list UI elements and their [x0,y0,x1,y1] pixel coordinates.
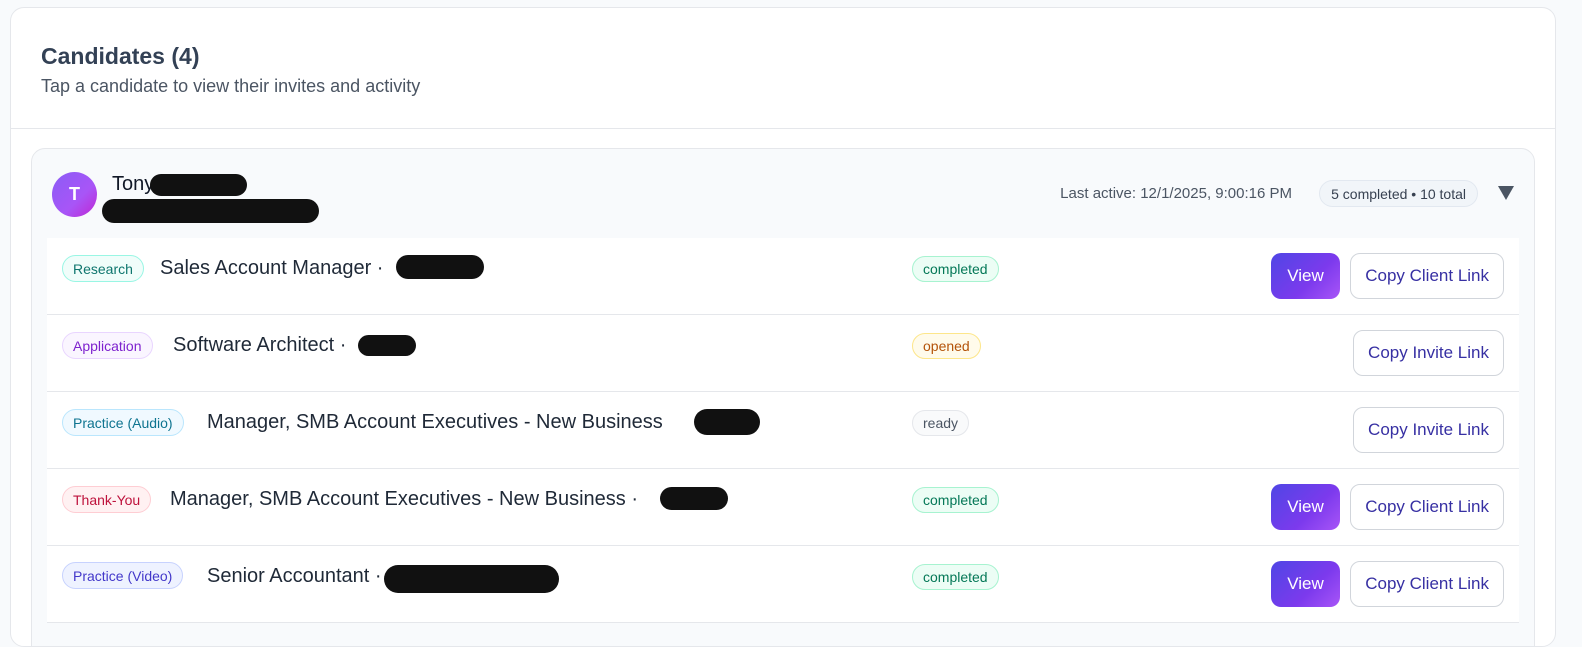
view-button[interactable]: View [1271,561,1340,607]
invite-row: Practice (Audio) Manager, SMB Account Ex… [47,392,1519,469]
redaction-mark [384,565,559,593]
triangle-down-icon[interactable] [1498,186,1514,200]
redaction-mark [396,255,484,279]
redaction-mark [694,409,760,435]
redaction-mark [150,174,247,196]
card-header: Candidates (4) Tap a candidate to view t… [11,8,1555,129]
invite-type-badge: Research [62,255,144,282]
invite-type-badge: Practice (Video) [62,562,184,589]
invite-type-badge: Practice (Audio) [62,409,184,436]
candidates-card: Candidates (4) Tap a candidate to view t… [10,7,1556,647]
candidate-header[interactable]: T Tony Last active: 12/1/2025, 9:00:16 P… [32,149,1534,238]
candidate-card: T Tony Last active: 12/1/2025, 9:00:16 P… [31,148,1535,646]
invite-job-title: Software Architect · [173,334,347,356]
invite-list: Research Sales Account Manager · complet… [47,238,1519,623]
status-badge: opened [912,333,981,359]
status-badge: completed [912,256,999,282]
redaction-mark [660,487,728,510]
copy-invite-link-button[interactable]: Copy Invite Link [1353,330,1504,376]
copy-invite-link-button[interactable]: Copy Invite Link [1353,407,1504,453]
invite-type-badge: Application [62,332,153,359]
last-active-text: Last active: 12/1/2025, 9:00:16 PM [1060,185,1292,202]
invite-type-badge: Thank-You [62,486,152,513]
page-subtitle: Tap a candidate to view their invites an… [41,76,421,96]
invite-row: Application Software Architect · opened … [47,315,1519,392]
redaction-mark [102,199,319,223]
invite-row: Research Sales Account Manager · complet… [47,238,1519,315]
invite-job-title: Senior Accountant · [207,565,382,587]
invite-row: Practice (Video) Senior Accountant · com… [47,546,1519,623]
candidate-name: Tony [112,173,155,195]
copy-client-link-button[interactable]: Copy Client Link [1350,561,1504,607]
totals-badge: 5 completed • 10 total [1319,180,1478,207]
redaction-mark [358,335,416,356]
copy-client-link-button[interactable]: Copy Client Link [1350,253,1504,299]
status-badge: ready [912,410,970,436]
invite-job-title: Sales Account Manager · [160,257,384,279]
view-button[interactable]: View [1271,253,1340,299]
invite-job-title: Manager, SMB Account Executives - New Bu… [207,411,663,433]
status-badge: completed [912,564,999,590]
view-button[interactable]: View [1271,484,1340,530]
invite-job-title: Manager, SMB Account Executives - New Bu… [170,488,638,510]
invite-row: Thank-You Manager, SMB Account Executive… [47,469,1519,546]
page-title: Candidates (4) [41,43,200,69]
copy-client-link-button[interactable]: Copy Client Link [1350,484,1504,530]
status-badge: completed [912,487,999,513]
avatar: T [52,172,97,217]
